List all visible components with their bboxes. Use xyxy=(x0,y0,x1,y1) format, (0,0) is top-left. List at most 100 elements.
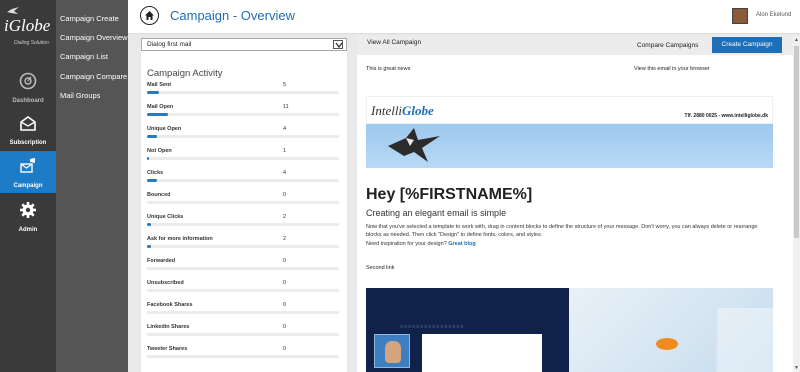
rail-item-dashboard[interactable]: Dashboard xyxy=(0,66,56,108)
activity-progress-bar xyxy=(147,311,339,314)
activity-value: 0 xyxy=(283,258,287,264)
bird-banner-icon xyxy=(388,128,440,162)
activity-progress-bar xyxy=(147,267,339,270)
activity-progress-bar xyxy=(147,157,339,160)
gear-icon xyxy=(20,202,36,218)
submenu-item-campaign-overview[interactable]: Campaign Overview xyxy=(60,33,128,42)
inspiration-text: Need inspiration for your design? xyxy=(366,241,447,247)
activity-row: Ask for more information 2 xyxy=(147,236,341,256)
activity-progress-bar xyxy=(147,179,339,182)
page-title: Campaign - Overview xyxy=(170,8,295,23)
activity-row: Unsubscribed 0 xyxy=(147,280,341,300)
intelliglobe-logo: IntelliGlobe xyxy=(371,103,434,119)
logo-tagline: Dialing Solution xyxy=(14,40,49,46)
activity-row: Mail Open 11 xyxy=(147,104,341,124)
user-name[interactable]: Alon Ekelund xyxy=(756,12,791,18)
avatar[interactable] xyxy=(732,8,748,24)
app-logo[interactable]: iGlobe Dialing Solution xyxy=(0,0,56,50)
preview-toolbar: View All Campaign Compare Campaigns Crea… xyxy=(357,36,794,55)
screenshot-dial-buttons: ○○○○○○○○○○○○○○○○ xyxy=(400,324,465,330)
page-scrollbar[interactable]: ▲ ▼ xyxy=(793,36,800,372)
page-header: Campaign - Overview Alon Ekelund xyxy=(128,0,800,34)
activity-progress-bar xyxy=(147,223,339,226)
email-inspiration: Need inspiration for your design? Great … xyxy=(366,241,476,247)
great-blog-link[interactable]: Great blog xyxy=(448,241,476,247)
email-preheader: This is great news xyxy=(366,66,411,72)
scroll-thumb[interactable] xyxy=(794,46,799,238)
create-campaign-button[interactable]: Create Campaign xyxy=(712,37,782,53)
activity-value: 0 xyxy=(283,324,287,330)
activity-value: 2 xyxy=(283,236,287,242)
activity-value: 1 xyxy=(283,148,287,154)
activity-value: 5 xyxy=(283,82,287,88)
rail-item-campaign[interactable]: Campaign xyxy=(0,151,56,193)
activity-progress-fill xyxy=(147,135,157,138)
activity-progress-bar xyxy=(147,201,339,204)
bird-logo-icon xyxy=(7,7,19,14)
campaign-activity-panel: Dialog first mail Campaign Activity Mail… xyxy=(141,38,347,372)
scroll-up-icon[interactable]: ▲ xyxy=(793,36,800,44)
activity-row: Mail Sent 5 xyxy=(147,82,341,102)
view-in-browser-link[interactable]: View this email in your browser xyxy=(634,66,710,72)
activity-label: Unique Clicks xyxy=(147,214,184,220)
submenu-item-mail-groups[interactable]: Mail Groups xyxy=(60,91,100,100)
activity-value: 0 xyxy=(283,192,287,198)
activity-label: Tweeter Shares xyxy=(147,346,188,352)
activity-progress-bar xyxy=(147,289,339,292)
rail-label-subscription: Subscription xyxy=(9,140,47,146)
email-header: IntelliGlobe Tlf. 2880 0025 - www.intell… xyxy=(366,96,773,124)
activity-label: Unsubscribed xyxy=(147,280,184,286)
fishbowl-image xyxy=(716,308,773,372)
activity-row: Forwarded 0 xyxy=(147,258,341,278)
campaign-submenu: Campaign Create Campaign Overview Campai… xyxy=(56,0,128,372)
dashboard-icon xyxy=(19,72,37,90)
goldfish-image xyxy=(656,338,678,350)
logo-part-a: Intelli xyxy=(371,103,403,118)
rail-label-admin: Admin xyxy=(18,227,38,233)
activity-progress-fill xyxy=(147,113,169,116)
submenu-item-campaign-compare[interactable]: Campaign Compare xyxy=(60,72,127,81)
second-link[interactable]: Second link xyxy=(366,265,394,271)
activity-progress-fill xyxy=(147,245,151,248)
email-preview: This is great news View this email in yo… xyxy=(357,56,782,372)
rail-item-admin[interactable]: Admin xyxy=(0,195,56,237)
activity-row: Tweeter Shares 0 xyxy=(147,346,341,366)
view-all-campaign-link[interactable]: View All Campaign xyxy=(367,39,421,46)
rail-item-subscription[interactable]: Subscription xyxy=(0,108,56,150)
campaign-preview-panel: View All Campaign Compare Campaigns Crea… xyxy=(357,36,794,372)
activity-progress-bar xyxy=(147,355,339,358)
submenu-item-campaign-create[interactable]: Campaign Create xyxy=(60,14,119,23)
activity-progress-bar xyxy=(147,113,339,116)
email-contact: Tlf. 2880 0025 - www.intelliglobe.dk xyxy=(684,113,768,119)
chevron-down-icon[interactable] xyxy=(333,40,343,49)
activity-progress-fill xyxy=(147,223,151,226)
activity-label: Linkedin Shares xyxy=(147,324,190,330)
activity-row: Not Open 1 xyxy=(147,148,341,168)
home-button[interactable] xyxy=(140,6,159,25)
activity-progress-bar xyxy=(147,135,339,138)
email-body: Now that you've selected a template to w… xyxy=(366,224,758,238)
rail-label-dashboard: Dashboard xyxy=(12,98,44,104)
submenu-item-campaign-list[interactable]: Campaign List xyxy=(60,52,108,61)
email-screenshot-image: ○○○○○○○○○○○○○○○○ xyxy=(366,288,773,372)
activity-label: Mail Open xyxy=(147,104,174,110)
activity-value: 4 xyxy=(283,126,287,132)
activity-label: Forwarded xyxy=(147,258,176,264)
activity-progress-bar xyxy=(147,91,339,94)
scroll-down-icon[interactable]: ▼ xyxy=(793,364,800,372)
campaign-select-value: Dialog first mail xyxy=(147,41,192,48)
activity-row: Bounced 0 xyxy=(147,192,341,212)
activity-progress-bar xyxy=(147,245,339,248)
activity-label: Bounced xyxy=(147,192,171,198)
activity-label: Ask for more information xyxy=(147,236,213,242)
activity-progress-bar xyxy=(147,333,339,336)
icon-rail: iGlobe Dialing Solution Dashboard Subscr… xyxy=(0,0,56,372)
activity-progress-fill xyxy=(147,179,157,182)
compare-campaigns-button[interactable]: Compare Campaigns xyxy=(637,42,698,49)
activity-row: Unique Clicks 2 xyxy=(147,214,341,234)
email-greeting: Hey [%FIRSTNAME%] xyxy=(366,186,533,203)
activity-title: Campaign Activity xyxy=(147,68,223,79)
screenshot-face xyxy=(385,341,401,363)
screenshot-contact-photo xyxy=(374,334,410,368)
campaign-select[interactable]: Dialog first mail xyxy=(141,38,347,51)
